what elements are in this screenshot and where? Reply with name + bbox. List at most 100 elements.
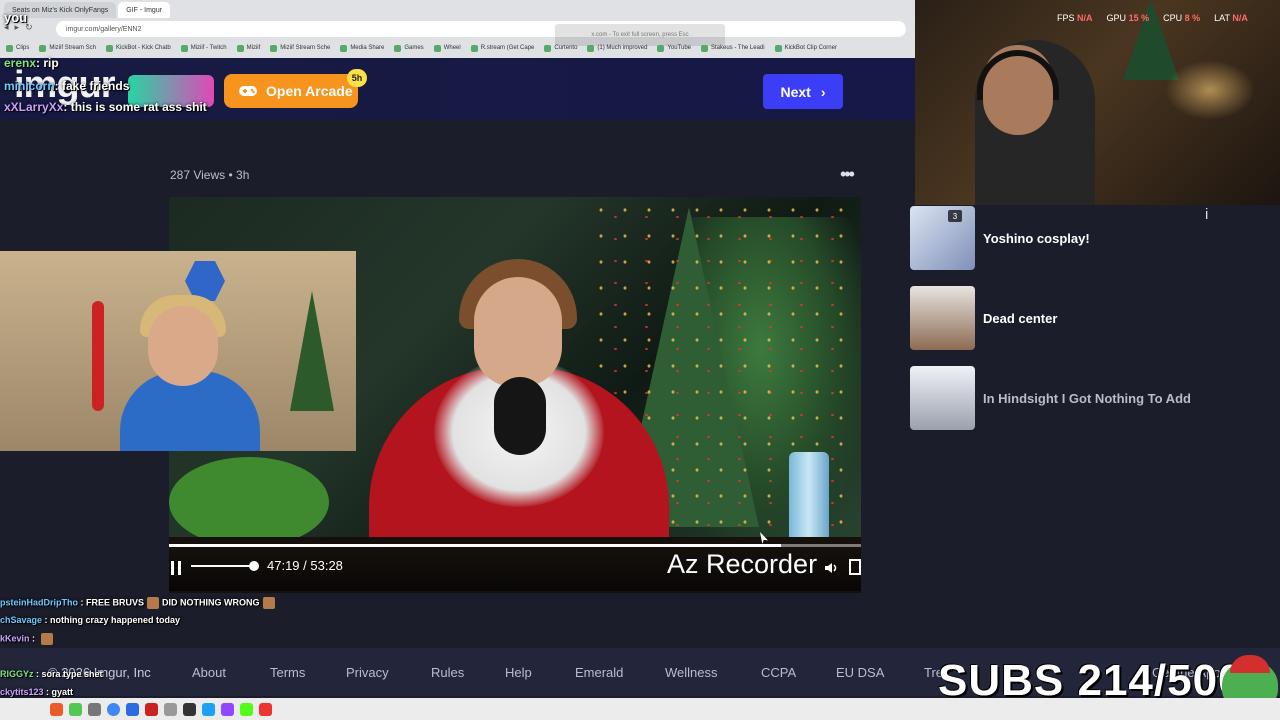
bookmark[interactable]: Stakeus - The Leadi <box>701 44 765 52</box>
app-icon[interactable] <box>202 702 215 716</box>
bookmark[interactable]: R.stream (Get Cape <box>470 44 535 52</box>
bookmark-icon <box>433 44 441 52</box>
emote-icon <box>262 597 275 609</box>
sidebar-item-yoshino[interactable]: 3 Yoshino cosplay! <box>910 206 1210 270</box>
volume-slider[interactable] <box>191 565 253 567</box>
sidebar-item-hindsight[interactable]: In Hindsight I Got Nothing To Add <box>910 366 1210 430</box>
footer-link-ccpa[interactable]: CCPA <box>761 665 796 680</box>
footer-link-terms[interactable]: Terms <box>270 665 305 680</box>
bookmark[interactable]: Curtento <box>544 44 577 52</box>
pause-icon[interactable] <box>171 561 181 575</box>
bookmarks-bar: Clips Miziif Stream Sch KickBot - Kick C… <box>0 40 915 56</box>
bookmark-label: Miziif Stream Sche <box>280 45 331 51</box>
microphone <box>494 377 546 455</box>
bookmark[interactable]: Miziif - Twitch <box>180 44 227 52</box>
footer-link-eu-dsa[interactable]: EU DSA <box>836 665 884 680</box>
footer-link-rules[interactable]: Rules <box>431 665 464 680</box>
app-icon[interactable] <box>145 702 158 716</box>
footer-link-help[interactable]: Help <box>505 665 532 680</box>
info-icon[interactable]: i <box>1205 206 1208 223</box>
app-icon[interactable] <box>183 702 196 716</box>
bookmark-icon <box>470 44 478 52</box>
chat-message: chSavage : nothing crazy happened today <box>0 615 181 625</box>
chat-message: ckytits123 : gyatt <box>0 687 74 697</box>
post-age: 3h <box>236 168 250 182</box>
bookmark[interactable]: KickBot Clip Corner <box>774 44 837 52</box>
chat-text: nothing crazy happened today <box>50 615 181 625</box>
bookmark[interactable]: Miziif <box>236 44 260 52</box>
volume-knob[interactable] <box>249 561 259 571</box>
app-icon[interactable] <box>50 702 63 716</box>
chat-message: xXLarryXx: this is some rat ass shit <box>4 100 207 114</box>
hud-value: N/A <box>1077 13 1093 23</box>
chevron-right-icon: › <box>820 83 826 100</box>
chat-text: rip <box>43 56 59 70</box>
recorder-watermark: Az Recorder <box>667 549 818 579</box>
chat-text: this is some rat ass shit <box>70 100 207 114</box>
sidebar-item-title: In Hindsight I Got Nothing To Add <box>983 390 1191 406</box>
christmas-tree <box>290 291 334 411</box>
bookmark-label: R.stream (Get Cape <box>480 45 535 51</box>
chat-message: kKevin : <box>0 633 56 645</box>
more-options-icon[interactable]: ••• <box>840 164 855 185</box>
open-arcade-button[interactable]: Open Arcade <box>224 74 358 108</box>
bookmark-label: Miziif - Twitch <box>190 45 227 51</box>
browser-tab-active[interactable]: GIF - Imgur <box>118 2 171 18</box>
footer-link-about[interactable]: About <box>192 665 226 680</box>
chat-message: RIGGYz : sora type shet <box>0 669 103 679</box>
bookmark[interactable]: Wheel <box>433 44 461 52</box>
bookmark-label: Games <box>404 45 424 51</box>
hud-value: 8 % <box>1184 13 1201 23</box>
bookmark[interactable]: (1) Much improved <box>587 44 647 52</box>
bookmark[interactable]: Clips <box>6 44 29 52</box>
chat-username: RIGGYz <box>0 669 34 679</box>
streamer-webcam <box>915 0 1280 205</box>
fullscreen-icon[interactable] <box>849 559 861 575</box>
app-icon[interactable] <box>221 702 234 716</box>
bookmark[interactable]: Miziif Stream Sche <box>270 44 331 52</box>
app-icon[interactable] <box>259 702 272 716</box>
bookmark-icon <box>39 44 47 52</box>
app-icon[interactable] <box>69 702 82 716</box>
guest-webcam <box>0 251 356 451</box>
app-icon[interactable] <box>240 702 253 716</box>
next-button[interactable]: Next › <box>763 74 843 109</box>
lamp-glow <box>1165 60 1255 120</box>
fullscreen-hint-text: x.com - To exit full screen, press Esc <box>591 32 689 38</box>
hud-value: 15 % <box>1128 13 1150 23</box>
bookmark[interactable]: Miziif Stream Sch <box>39 44 96 52</box>
bookmark[interactable]: Media Share <box>340 44 385 52</box>
url-text: imgur.com/gallery/ENN2 <box>66 25 142 33</box>
footer-link-privacy[interactable]: Privacy <box>346 665 389 680</box>
chrome-icon[interactable] <box>107 702 120 716</box>
bookmark-icon <box>701 44 708 52</box>
app-icon[interactable] <box>164 702 177 716</box>
address-bar[interactable]: imgur.com/gallery/ENN2 <box>56 21 906 37</box>
bookmark-label: Media Share <box>350 45 385 51</box>
chat-text: FREE BRUVS <box>86 597 145 608</box>
app-icon[interactable] <box>88 702 101 716</box>
chat-username: minicorn <box>4 79 55 93</box>
bookmark-icon <box>106 44 114 52</box>
gamepad-icon <box>239 86 257 96</box>
chat-message: psteinHadDripTho : FREE BRUVS DID NOTHING… <box>0 597 278 609</box>
next-label: Next <box>780 83 811 100</box>
lat-stat: LAT N/A <box>1214 13 1248 23</box>
bookmark[interactable]: YouTube <box>657 44 691 52</box>
footer-link-emerald[interactable]: Emerald <box>575 665 623 680</box>
bookmark-icon <box>587 44 595 52</box>
bookmark-icon <box>340 44 348 52</box>
chat-message: minicorn: fake friends <box>4 79 130 93</box>
sidebar-item-dead-center[interactable]: Dead center <box>910 286 1210 350</box>
performance-hud: FPS N/A GPU 15 % CPU 8 % LAT N/A <box>1057 13 1248 23</box>
fps-stat: FPS N/A <box>1057 13 1093 23</box>
speaker-icon[interactable] <box>824 561 838 575</box>
bookmark[interactable]: KickBot - Kick Chatb <box>106 44 171 52</box>
hud-label: CPU <box>1163 13 1183 23</box>
chat-username: ckytits123 <box>0 687 44 697</box>
bookmark-icon <box>236 44 244 52</box>
footer-link-wellness[interactable]: Wellness <box>665 665 718 680</box>
bookmark[interactable]: Games <box>394 44 424 52</box>
app-icon[interactable] <box>126 702 139 716</box>
chat-text: DID NOTHING WRONG <box>162 597 260 608</box>
